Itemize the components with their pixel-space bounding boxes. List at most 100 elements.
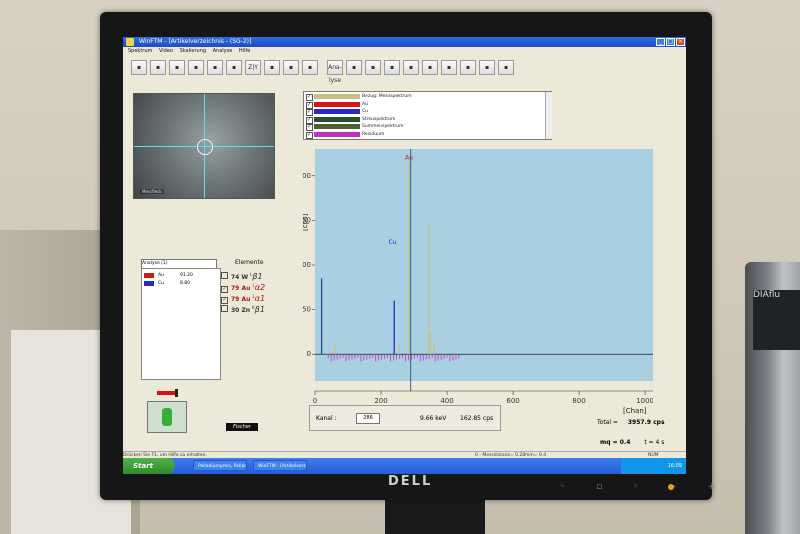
a-icon: ▪	[370, 64, 376, 71]
total-value: 3957.9 cps	[627, 419, 665, 426]
minimize-button[interactable]: _	[656, 38, 665, 46]
spectrum-checkbox[interactable]: ✓	[306, 131, 313, 139]
spectrum-list-item[interactable]: ✓ Au	[304, 101, 542, 109]
menu-analyse[interactable]: Analyse	[213, 48, 233, 54]
mq-value: mq = 0.4	[600, 439, 631, 446]
view-button[interactable]: ▪	[302, 60, 318, 75]
zoom-button[interactable]: ▪	[131, 60, 147, 75]
energy-readout: 9.66 keV	[420, 415, 447, 422]
x-tick-label: 1000	[636, 397, 653, 405]
fm-button[interactable]: ▪	[460, 60, 476, 75]
a-button[interactable]: ▪	[365, 60, 381, 75]
channel-panel: Kanal : 286 9.66 keV 162.85 cps	[309, 405, 501, 431]
window-titlebar[interactable]: WinFTM - [Artikelverzeichnis - (SG-2)] _…	[123, 37, 686, 47]
spectrum-label: Streuspektrum	[362, 116, 396, 122]
people-button[interactable]: ▪	[346, 60, 362, 75]
x-tick-label: 400	[440, 397, 453, 405]
app-icon	[126, 38, 134, 46]
x-tick-label: 800	[572, 397, 585, 405]
zoom-z-button[interactable]: Z|Y	[245, 60, 261, 75]
analysis-results: Au 91.20 Cu 8.80	[141, 268, 221, 380]
start-button[interactable]: Start	[123, 458, 175, 474]
spectrum-icon: ▪	[231, 64, 237, 71]
spectrum-label: Residuum	[362, 131, 385, 137]
spectrum-color-swatch	[314, 131, 360, 137]
analysis-element: Au	[158, 273, 164, 278]
z-bar-button[interactable]: ▪	[264, 60, 280, 75]
kanal-label: Kanal :	[316, 415, 337, 422]
power-led[interactable]	[668, 484, 674, 490]
open-button[interactable]: ▪	[150, 60, 166, 75]
elements-title: Elemente	[235, 259, 264, 266]
element-label: 30 Zn	[231, 307, 253, 314]
bar-button[interactable]: ▪	[283, 60, 299, 75]
spectrum-list[interactable]: ✓ Bezug: Messspektrum ✓ Au ✓ Cu ✓ Streuspektrum…	[303, 91, 552, 140]
wrench-icon: ▪	[193, 64, 199, 71]
taskbar: Start Palladiumpreis, Palladi... WinFTM …	[123, 458, 686, 474]
analyse-button[interactable]: Ana-lyse	[327, 60, 343, 84]
book-button[interactable]: ▪	[479, 60, 495, 75]
spectrum-list-item[interactable]: ✓ Streuspektrum	[304, 116, 542, 124]
spectrum-button[interactable]: ▪	[226, 60, 242, 75]
analysis-value: 8.80	[180, 281, 191, 286]
spectrum-list-item[interactable]: ✓ Bezug: Messspektrum	[304, 93, 542, 101]
element-line-row[interactable]: 30 Zn Kβ1	[221, 302, 265, 314]
x-tick-label: 0	[313, 397, 317, 405]
total-label: Total =	[597, 419, 618, 426]
view-icon: ▪	[307, 64, 313, 71]
element-line-row[interactable]: ✓ 79 Au Lα1	[221, 291, 265, 304]
spectrum-list-item[interactable]: ✓ Cu	[304, 108, 542, 116]
chart-icon: ▪	[389, 64, 395, 71]
peak-annotation: Au	[405, 154, 413, 161]
window-title: WinFTM - [Artikelverzeichnis - (SG-2)]	[139, 38, 252, 45]
list-button[interactable]: ▪	[403, 60, 419, 75]
kanal-input[interactable]: 286	[356, 413, 380, 424]
element-line-row[interactable]: ✓ 79 Au Lα2	[221, 280, 265, 293]
taskbar-item-winftm[interactable]: WinFTM - [Artikelverz...	[253, 460, 307, 471]
tool-button[interactable]: ▪	[498, 60, 514, 75]
maximize-button[interactable]: □	[666, 38, 675, 46]
monitor-buttons[interactable]: ◦ ▫ ◦ − +	[560, 482, 729, 492]
taskbar-item-palladium[interactable]: Palladiumpreis, Palladi...	[193, 460, 247, 471]
red-arrow-button[interactable]	[157, 388, 183, 398]
element-checkbox[interactable]	[221, 272, 228, 279]
fm-icon: ▪	[465, 64, 471, 71]
table-button[interactable]: ▪	[422, 60, 438, 75]
system-tray-clock: 16:09	[621, 458, 686, 474]
close-button[interactable]: ×	[676, 38, 685, 46]
print-button[interactable]: ▪	[207, 60, 223, 75]
menu-hilfe[interactable]: Hilfe	[239, 48, 250, 54]
chart-button[interactable]: ▪	[384, 60, 400, 75]
spectrum-list-item[interactable]: ✓ Residuum	[304, 131, 542, 139]
calibration-button[interactable]: ▪	[441, 60, 457, 75]
spectrum-chart[interactable]: 05010015020002004006008001000[Chan][cps]…	[303, 147, 653, 417]
side-device-badge: DIAflu	[753, 290, 800, 350]
spectrum-list-item[interactable]: ✓ Summenspektrum	[304, 123, 542, 131]
element-checkbox[interactable]	[221, 305, 228, 312]
analysis-row: Au 91.20	[144, 272, 216, 279]
open-icon: ▪	[155, 64, 161, 71]
video-preview[interactable]: Messfleck	[133, 93, 275, 199]
menu-skalierung[interactable]: Skalierung	[180, 48, 206, 54]
list-scrollbar[interactable]	[545, 92, 552, 139]
start-measurement-button[interactable]	[147, 401, 187, 433]
analysis-row: Cu 8.80	[144, 280, 216, 287]
analysis-value: 91.20	[180, 273, 193, 278]
element-line-row[interactable]: 74 W Lβ1	[221, 269, 263, 281]
calibration-icon: ▪	[446, 64, 452, 71]
plot-area	[315, 149, 653, 381]
spectrum-label: Au	[362, 101, 368, 107]
print-icon: ▪	[212, 64, 218, 71]
spectrum-color-swatch	[314, 101, 360, 107]
wrench-button[interactable]: ▪	[188, 60, 204, 75]
spectrum-color-swatch	[314, 124, 360, 129]
bar-icon: ▪	[288, 64, 294, 71]
menu-video[interactable]: Video	[159, 48, 173, 54]
total-readout: Total = 3957.9 cps	[597, 419, 665, 426]
people-icon: ▪	[351, 64, 357, 71]
menu-spektrum[interactable]: Spektrum	[128, 48, 152, 54]
save-button[interactable]: ▪	[169, 60, 185, 75]
screen: WinFTM - [Artikelverzeichnis - (SG-2)] _…	[123, 37, 686, 474]
preview-caption: Messfleck	[140, 189, 164, 194]
fischer-logo: Fischer	[226, 423, 258, 431]
